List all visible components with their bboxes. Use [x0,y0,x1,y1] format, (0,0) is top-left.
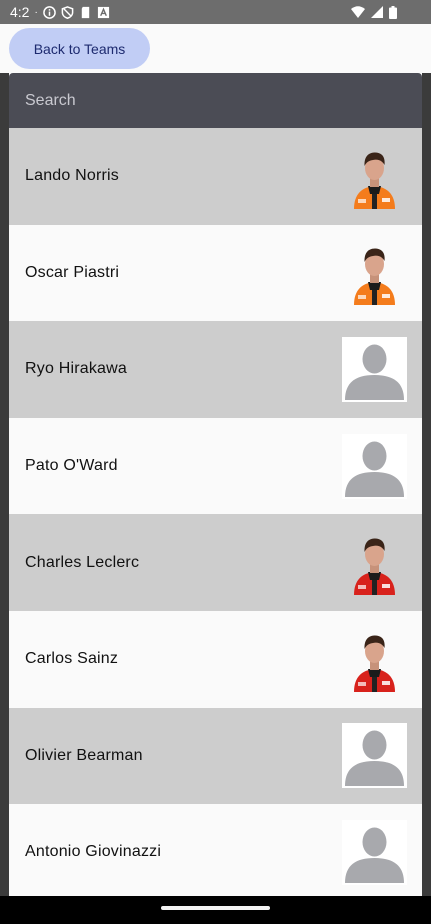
cellular-icon [371,6,383,18]
driver-row[interactable]: Pato O'Ward [9,417,422,515]
driver-name: Pato O'Ward [25,457,118,475]
driver-photo [354,152,395,209]
text-icon [97,6,109,18]
home-gesture-handle[interactable] [161,906,270,910]
driver-name: Antonio Giovinazzi [25,843,162,861]
right-edge [422,73,431,896]
driver-photo [354,538,395,596]
search-input[interactable] [9,73,422,128]
dot-separator: · [34,6,38,18]
driver-row[interactable]: Antonio Giovinazzi [9,804,422,896]
driver-name: Lando Norris [25,167,120,185]
status-bar: 4:2 · [0,0,431,24]
driver-name: Charles Leclerc [25,553,140,571]
driver-row[interactable]: Oscar Piastri [9,224,422,322]
driver-row[interactable]: Lando Norris [9,128,422,225]
driver-row[interactable]: Olivier Bearman [9,707,422,805]
driver-name: Carlos Sainz [25,650,119,668]
driver-name: Ryo Hirakawa [25,360,127,378]
driver-photo [354,635,395,692]
driver-photo [354,248,395,306]
status-right [351,0,397,24]
driver-list: Lando Norris Oscar Piastri Ryo Hirakawa Pat… [9,128,422,896]
driver-name: Oscar Piastri [25,263,120,281]
top-bar: Back to Teams [0,24,431,73]
placeholder-avatar-icon [342,433,407,499]
info-icon [42,5,56,19]
left-edge [0,73,9,896]
driver-name: Olivier Bearman [25,746,143,764]
shield-icon [61,5,74,19]
driver-row[interactable]: Charles Leclerc [9,514,422,611]
placeholder-avatar-icon [342,723,407,789]
status-time: 4:2 [10,4,30,20]
wifi-icon [351,6,365,18]
battery-icon [389,5,397,19]
app-screen: 4:2 · Back to Teams Lando Norris Oscar Pi… [0,0,431,924]
back-to-teams-button[interactable]: Back to Teams [9,28,150,69]
status-left: 4:2 · [10,0,110,24]
sd-card-icon [81,6,90,18]
driver-row[interactable]: Ryo Hirakawa [9,321,422,418]
driver-row[interactable]: Carlos Sainz [9,610,422,708]
navigation-bar [0,896,431,924]
placeholder-avatar-icon [342,819,407,885]
placeholder-avatar-icon [342,336,407,402]
search-bar [9,73,422,128]
